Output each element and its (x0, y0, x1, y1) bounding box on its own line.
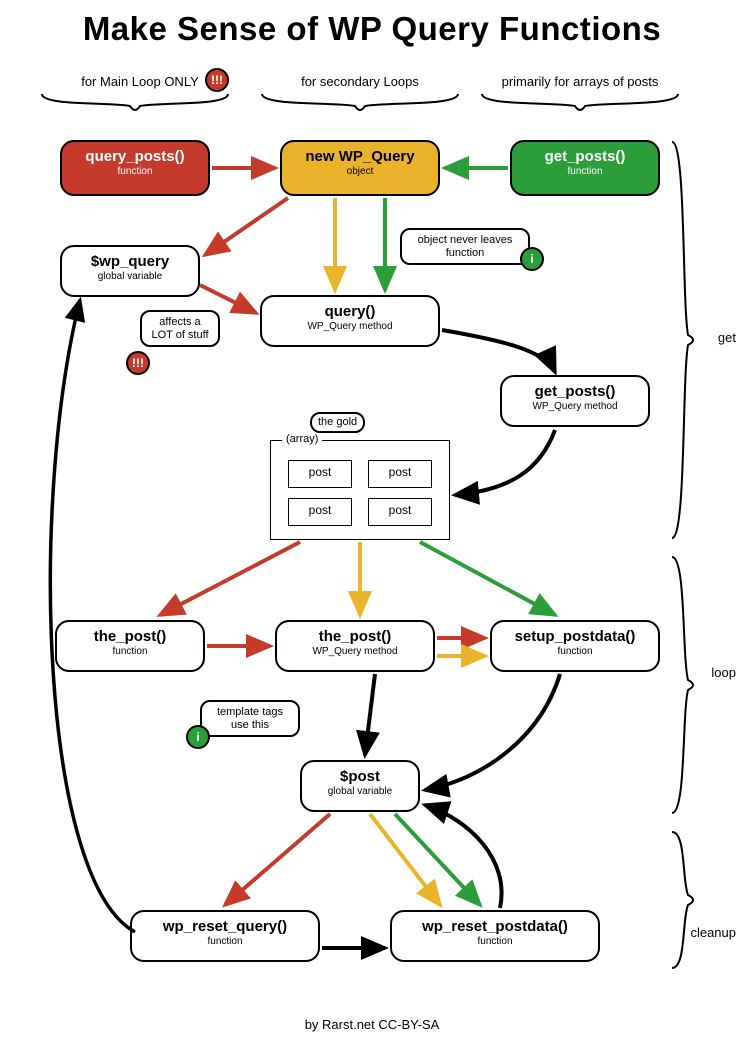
box-get-posts-method: get_posts() WP_Query method (500, 375, 650, 427)
box-the-post-fn: the_post() function (55, 620, 205, 672)
box-sub: function (57, 646, 203, 657)
box-name: $wp_query (62, 253, 198, 270)
section-get: get (718, 330, 736, 345)
box-name: wp_reset_query() (132, 918, 318, 935)
col-label-arrays: primarily for arrays of posts (480, 74, 680, 89)
box-sub: function (512, 166, 658, 177)
note-template-tags: template tags use this (200, 700, 300, 737)
box-wp-reset-postdata: wp_reset_postdata() function (390, 910, 600, 962)
page-title: Make Sense of WP Query Functions (0, 0, 744, 48)
box-sub: object (282, 166, 438, 177)
box-sub: global variable (62, 271, 198, 282)
box-name: $post (302, 768, 418, 785)
info-badge-object: i (520, 247, 544, 271)
box-get-posts-fn: get_posts() function (510, 140, 660, 196)
array-label: (array) (282, 433, 322, 445)
box-name: query_posts() (62, 148, 208, 165)
box-wp-query-global: $wp_query global variable (60, 245, 200, 297)
box-sub: WP_Query method (277, 646, 433, 657)
box-sub: function (392, 936, 598, 947)
box-sub: global variable (302, 786, 418, 797)
brace-loop (670, 555, 700, 815)
section-loop: loop (711, 665, 736, 680)
note-affects: affects a LOT of stuff (140, 310, 220, 347)
box-sub: WP_Query method (262, 321, 438, 332)
box-sub: function (62, 166, 208, 177)
note-object-never: object never leaves function (400, 228, 530, 265)
warn-badge-header: !!! (205, 68, 229, 92)
box-query-posts: query_posts() function (60, 140, 210, 196)
box-name: setup_postdata() (492, 628, 658, 645)
box-name: new WP_Query (282, 148, 438, 165)
array-cell: post (288, 460, 352, 488)
box-name: the_post() (57, 628, 203, 645)
array-cell: post (368, 498, 432, 526)
box-sub: function (492, 646, 658, 657)
brace-cleanup (670, 830, 700, 970)
array-cell: post (368, 460, 432, 488)
info-badge-template: i (186, 725, 210, 749)
brace-secondary (260, 92, 460, 118)
box-name: get_posts() (512, 148, 658, 165)
array-cell: post (288, 498, 352, 526)
note-the-gold: the gold (310, 412, 365, 433)
brace-get (670, 140, 700, 540)
footer-attribution: by Rarst.net CC-BY-SA (0, 1017, 744, 1032)
box-name: wp_reset_postdata() (392, 918, 598, 935)
box-post-global: $post global variable (300, 760, 420, 812)
box-sub: WP_Query method (502, 401, 648, 412)
box-name: get_posts() (502, 383, 648, 400)
box-wp-reset-query: wp_reset_query() function (130, 910, 320, 962)
box-setup-postdata: setup_postdata() function (490, 620, 660, 672)
warn-badge-affects: !!! (126, 351, 150, 375)
col-label-secondary: for secondary Loops (260, 74, 460, 89)
box-sub: function (132, 936, 318, 947)
box-name: the_post() (277, 628, 433, 645)
box-name: query() (262, 303, 438, 320)
brace-main (40, 92, 230, 118)
box-new-wp-query: new WP_Query object (280, 140, 440, 196)
box-the-post-method: the_post() WP_Query method (275, 620, 435, 672)
box-query-method: query() WP_Query method (260, 295, 440, 347)
brace-arrays (480, 92, 680, 118)
